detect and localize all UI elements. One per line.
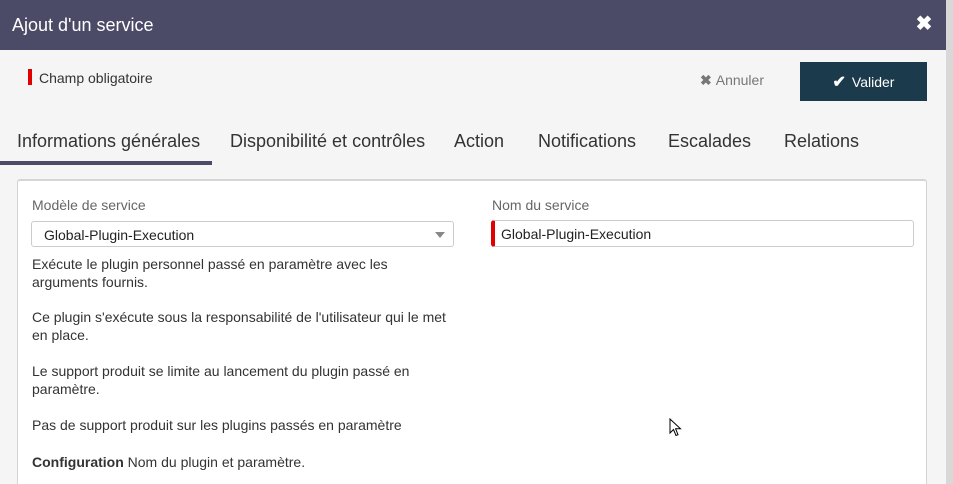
tab-bar: Informations générales Disponibilité et … (0, 120, 946, 166)
dialog-title: Ajout d'un service (12, 15, 154, 35)
tab-availability-checks[interactable]: Disponibilité et contrôles (230, 131, 425, 152)
tab-relations[interactable]: Relations (784, 131, 859, 152)
service-template-select[interactable]: Global-Plugin-Execution (31, 221, 454, 247)
cancel-button-label: Annuler (715, 72, 764, 88)
configuration-line: Configuration Nom du plugin et paramètre… (32, 453, 452, 471)
description-paragraph: Le support produit se limite au lancemen… (32, 363, 410, 397)
tab-general-info[interactable]: Informations générales (17, 131, 200, 152)
required-marker (28, 69, 32, 85)
description-paragraph: Pas de support produit sur les plugins p… (32, 417, 402, 433)
check-icon: ✔ (832, 73, 846, 91)
service-name-label: Nom du service (492, 197, 590, 213)
configuration-text: Nom du plugin et paramètre. (123, 454, 306, 470)
active-tab-indicator (0, 161, 212, 165)
cancel-button[interactable]: ✖ Annuler (700, 70, 764, 90)
close-icon[interactable]: ✖ (914, 14, 934, 34)
close-icon: ✖ (700, 71, 712, 88)
tab-action[interactable]: Action (454, 131, 504, 152)
description-paragraph: Ce plugin s'exécute sous la responsabili… (32, 309, 446, 343)
service-name-input[interactable]: Global-Plugin-Execution (491, 220, 914, 247)
service-template-value: Global-Plugin-Execution (44, 227, 195, 243)
mouse-cursor-icon (669, 418, 682, 437)
description-paragraph: Exécute le plugin personnel passé en par… (32, 256, 388, 290)
dialog-titlebar: Ajout d'un service ✖ (0, 0, 946, 50)
required-legend: Champ obligatoire (39, 70, 153, 86)
validate-button[interactable]: ✔ Valider (800, 62, 927, 101)
tab-notifications[interactable]: Notifications (538, 131, 636, 152)
configuration-label: Configuration (32, 454, 124, 470)
service-template-label: Modèle de service (32, 197, 146, 213)
validate-button-label: Valider (851, 73, 895, 90)
tab-escalations[interactable]: Escalades (668, 131, 751, 152)
scrollbar-strip (946, 0, 953, 484)
chevron-down-icon (435, 232, 445, 238)
